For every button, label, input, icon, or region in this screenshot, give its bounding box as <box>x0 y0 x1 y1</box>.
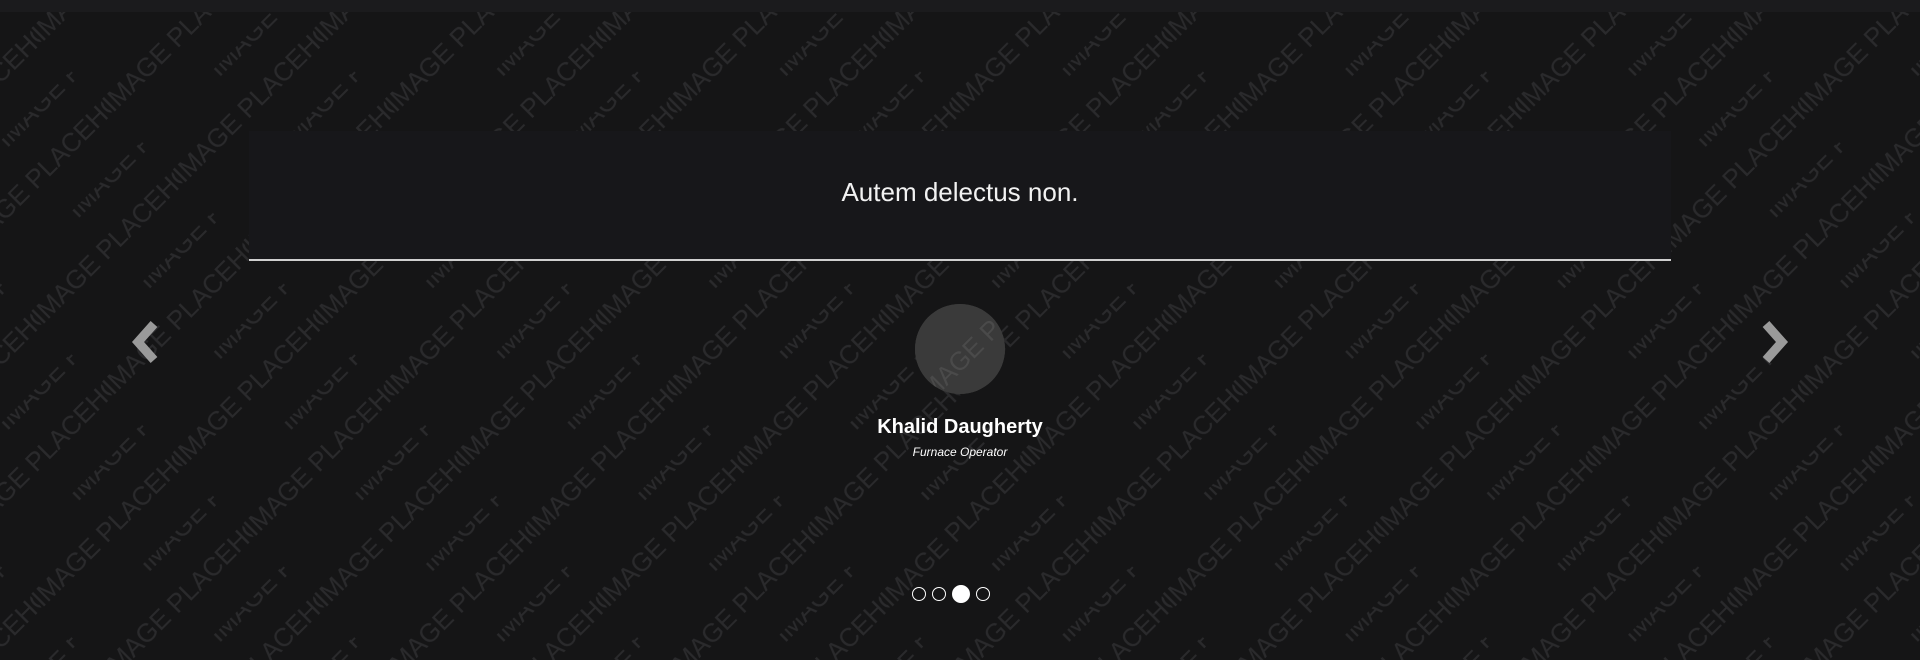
pagination-dots <box>912 584 990 604</box>
avatar-placeholder-image: IMAGE PLACEHOLDER <box>915 304 1005 394</box>
chevron-left-icon <box>131 321 158 363</box>
pagination-dot-4[interactable] <box>976 587 990 601</box>
top-strip <box>0 0 1920 12</box>
next-slide-button[interactable] <box>1752 316 1792 368</box>
person-role: Furnace Operator <box>912 445 1008 459</box>
person-name: Khalid Daugherty <box>877 416 1043 438</box>
chevron-right-icon <box>1762 321 1789 363</box>
pagination-dot-1[interactable] <box>912 587 926 601</box>
prev-slide-button[interactable] <box>128 316 168 368</box>
testimonial-carousel: IMAGE PLACEHOLDER IMAGE PLACEHOLDER Aute… <box>0 0 1920 660</box>
pagination-dot-2[interactable] <box>932 587 946 601</box>
pagination-dot-3[interactable] <box>952 585 970 603</box>
testimonial-quote: Autem delectus non. <box>841 176 1079 207</box>
quote-box: Autem delectus non. <box>249 131 1671 261</box>
avatar: IMAGE PLACEHOLDER <box>915 304 1005 394</box>
